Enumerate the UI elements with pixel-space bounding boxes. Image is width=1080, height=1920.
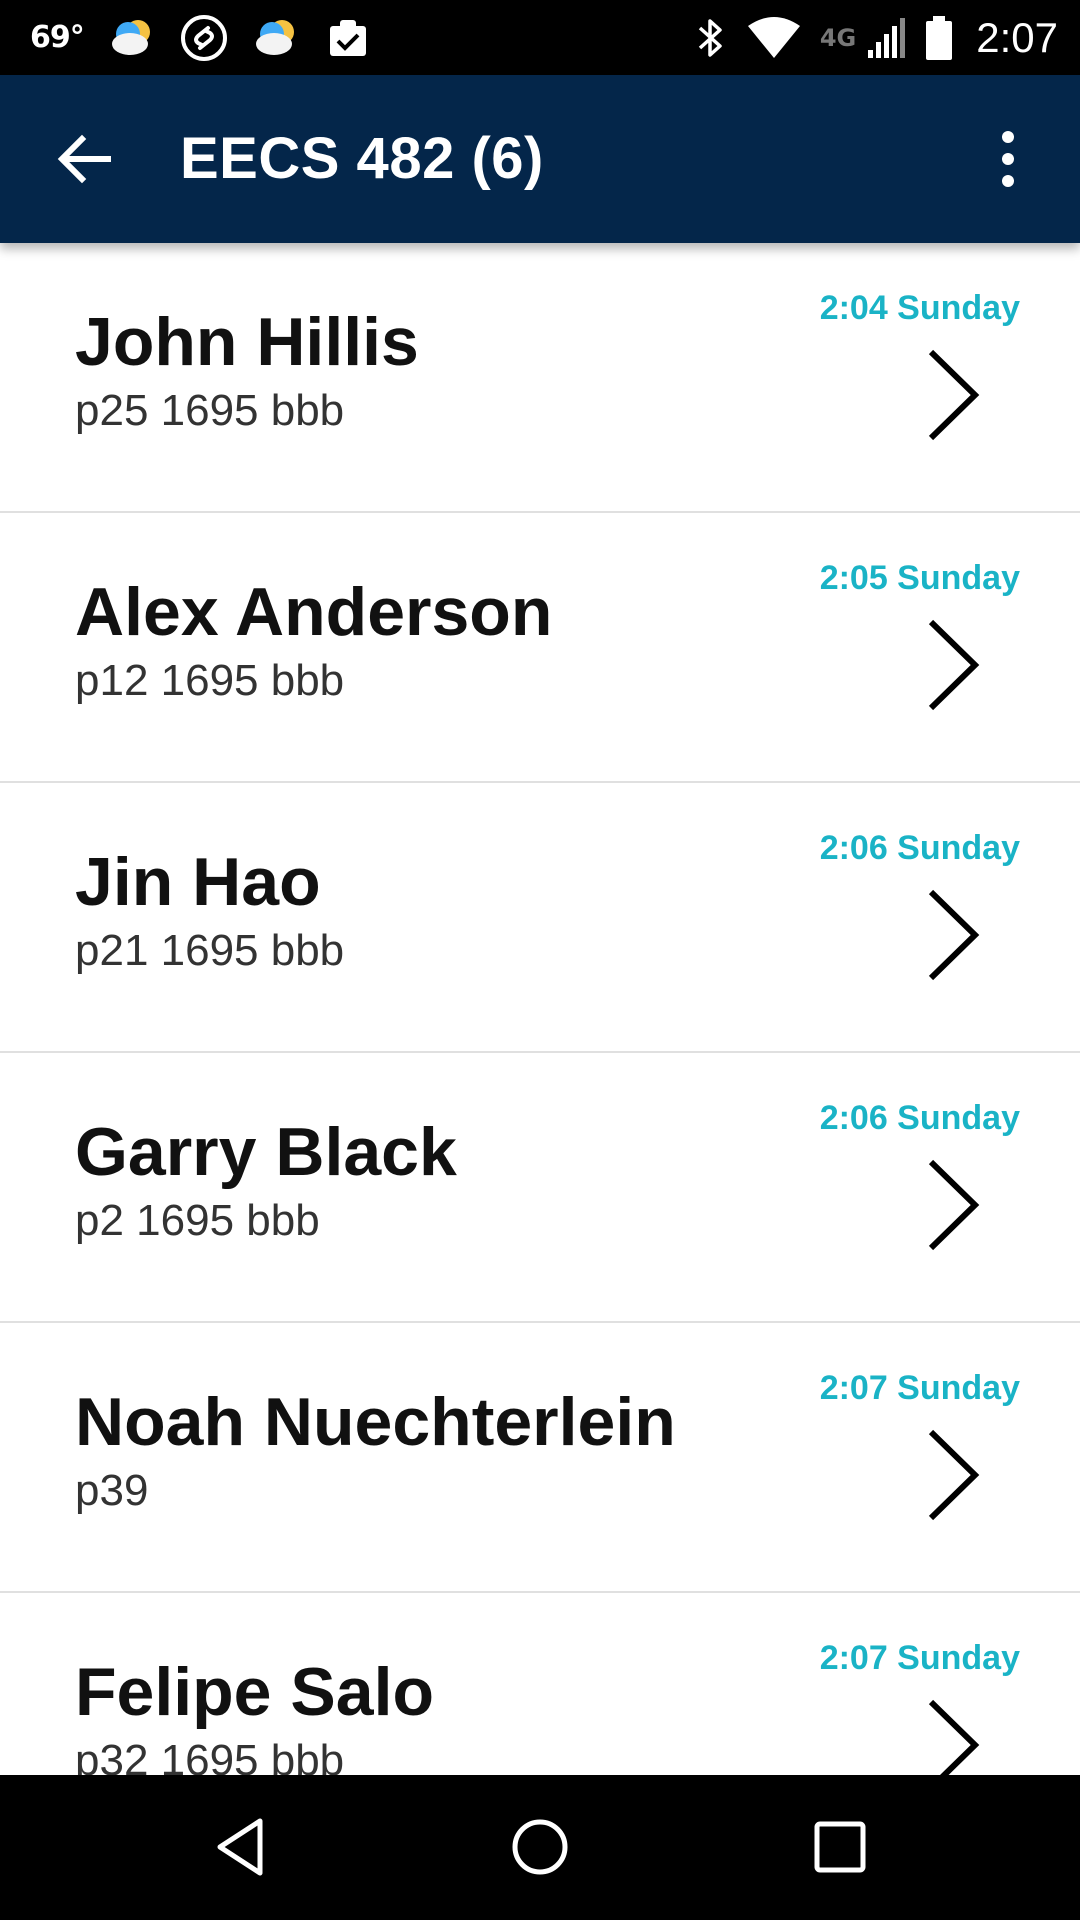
student-detail: p32 1695 bbb	[75, 1736, 345, 1775]
chevron-right-icon	[928, 889, 980, 981]
list-item[interactable]: Garry Black p2 1695 bbb 2:06 Sunday	[0, 1053, 1080, 1323]
timestamp: 2:06 Sunday	[819, 1099, 1020, 1137]
student-name: Noah Nuechterlein	[75, 1384, 676, 1460]
queue-list: John Hillis p25 1695 bbb 2:04 Sunday Ale…	[0, 243, 1080, 1775]
weather-icon-2	[255, 19, 294, 55]
timestamp: 2:06 Sunday	[819, 829, 1020, 867]
bluetooth-icon	[698, 18, 722, 57]
timestamp: 2:07 Sunday	[819, 1639, 1020, 1677]
arrow-back-icon[interactable]	[52, 127, 116, 191]
student-name: Alex Anderson	[75, 574, 553, 650]
student-detail: p25 1695 bbb	[75, 386, 345, 435]
cellular-signal-icon	[868, 17, 906, 58]
page-title: EECS 482 (6)	[180, 126, 544, 191]
app-bar: EECS 482 (6)	[0, 75, 1080, 243]
clock-text: 2:07	[976, 13, 1058, 61]
clipboard-check-icon	[329, 19, 366, 56]
nav-recents-icon[interactable]	[804, 1811, 876, 1883]
timestamp: 2:05 Sunday	[819, 559, 1020, 597]
status-bar: 69° 4G 2:07	[0, 0, 1080, 75]
student-name: Felipe Salo	[75, 1654, 434, 1730]
battery-icon	[926, 15, 953, 60]
chevron-right-icon	[928, 619, 980, 711]
student-detail: p12 1695 bbb	[75, 656, 345, 705]
network-type-label: 4G	[819, 23, 857, 52]
list-item[interactable]: Alex Anderson p12 1695 bbb 2:05 Sunday	[0, 513, 1080, 783]
shazam-icon	[180, 14, 227, 61]
navigation-bar	[0, 1775, 1080, 1920]
status-bar-notifications: 69°	[30, 0, 372, 75]
student-name: Jin Hao	[75, 844, 321, 920]
list-item[interactable]: Jin Hao p21 1695 bbb 2:06 Sunday	[0, 783, 1080, 1053]
student-detail: p21 1695 bbb	[75, 926, 345, 975]
nav-back-icon[interactable]	[206, 1811, 278, 1883]
timestamp: 2:07 Sunday	[819, 1369, 1020, 1407]
nav-home-icon[interactable]	[504, 1811, 576, 1883]
chevron-right-icon	[928, 1699, 980, 1775]
timestamp: 2:04 Sunday	[819, 289, 1020, 327]
weather-icon	[111, 19, 150, 55]
student-detail: p39	[75, 1466, 149, 1515]
chevron-right-icon	[928, 349, 980, 441]
list-item[interactable]: John Hillis p25 1695 bbb 2:04 Sunday	[0, 243, 1080, 513]
chevron-right-icon	[928, 1159, 980, 1251]
list-item[interactable]: Noah Nuechterlein p39 2:07 Sunday	[0, 1323, 1080, 1593]
list-item[interactable]: Felipe Salo p32 1695 bbb 2:07 Sunday	[0, 1593, 1080, 1775]
student-name: John Hillis	[75, 304, 419, 380]
student-name: Garry Black	[75, 1114, 457, 1190]
chevron-right-icon	[928, 1429, 980, 1521]
temperature-text: 69°	[30, 20, 85, 55]
student-detail: p2 1695 bbb	[75, 1196, 320, 1245]
status-bar-system: 4G 2:07	[694, 0, 1058, 75]
wifi-icon	[747, 16, 800, 58]
more-vert-icon[interactable]	[985, 125, 1031, 193]
